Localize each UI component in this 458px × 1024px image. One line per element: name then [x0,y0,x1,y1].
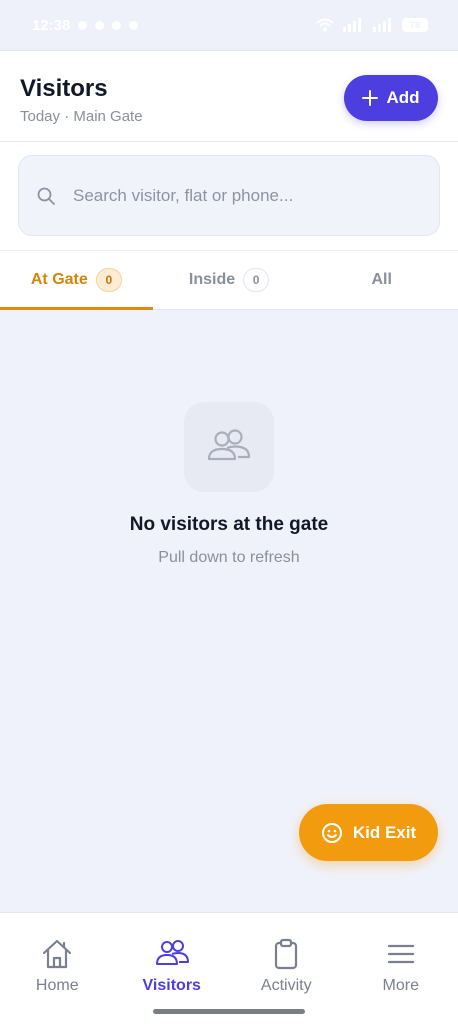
tab-all[interactable]: All [305,251,458,309]
signal-icon [343,18,361,32]
notification-dot-icon [129,20,139,30]
search-placeholder: Search visitor, flat or phone... [73,185,294,205]
search-input[interactable]: Search visitor, flat or phone... [18,155,440,236]
add-visitor-button[interactable]: Add [344,75,438,121]
add-button-label: Add [386,88,420,107]
status-bar: 12:38 78 [0,0,458,50]
tab-inside[interactable]: Inside 0 [153,251,306,309]
nav-label: Activity [260,977,312,994]
notification-dot-icon [95,20,105,30]
bottom-nav: Home Visitors Activity More [0,912,458,1024]
home-indicator [153,1009,305,1014]
status-time: 12:38 [32,16,71,34]
tab-label: At Gate [30,271,88,288]
kid-exit-label: Kid Exit [352,822,417,842]
users-icon [207,429,251,461]
nav-item-more[interactable]: More [344,913,458,1024]
page-title: Visitors [20,75,108,102]
nav-label: More [382,977,419,994]
notification-dot-icon [78,20,88,30]
empty-state-title: No visitors at the gate [129,514,329,535]
wifi-icon [316,18,334,32]
nav-label: Home [35,977,79,994]
battery-icon: 78 [402,18,428,32]
tab-at-gate[interactable]: At Gate 0 [0,251,153,310]
nav-item-activity[interactable]: Activity [229,913,344,1024]
search-icon [37,187,55,205]
status-right: 78 [316,18,428,32]
nav-label: Visitors [142,977,201,994]
home-icon [43,939,72,969]
active-tab-indicator [0,307,153,310]
notification-dot-icon [112,20,122,30]
search-section: Search visitor, flat or phone... [0,142,458,250]
visitor-tabs: At Gate 0 Inside 0 All [0,250,458,310]
tab-label: Inside [188,271,236,288]
nav-item-visitors[interactable]: Visitors [115,913,230,1024]
tab-label: All [371,271,392,288]
page-header: Visitors Today · Main Gate Add [0,50,458,142]
clipboard-icon [275,938,298,970]
empty-state-icon-box [184,402,274,492]
count-badge: 0 [243,268,270,292]
count-badge: 0 [95,268,122,292]
page-subtitle: Today · Main Gate [20,108,143,125]
empty-state-subtitle: Pull down to refresh [158,549,300,566]
users-icon [155,940,189,965]
smile-icon [321,822,342,843]
nav-item-home[interactable]: Home [0,913,115,1024]
status-left: 12:38 [32,16,139,34]
plus-icon [362,90,379,106]
kid-exit-button[interactable]: Kid Exit [299,804,438,861]
signal-icon [373,18,391,32]
menu-icon [387,944,414,964]
